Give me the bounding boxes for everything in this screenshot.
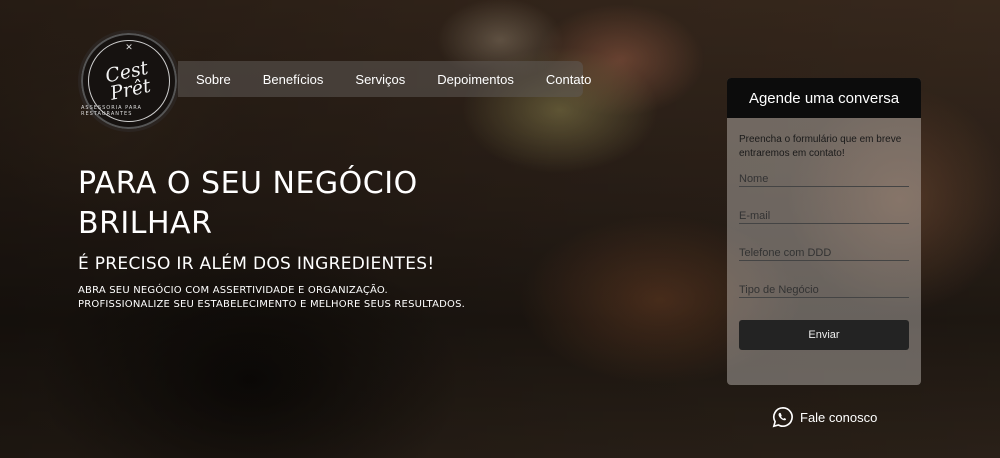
nav-item-contato[interactable]: Contato	[546, 72, 592, 87]
logo-wordmark: Cest Prêt	[104, 57, 154, 105]
hero-subtitle: É PRECISO IR ALÉM DOS INGREDIENTES!	[78, 254, 435, 274]
hero-description: ABRA SEU NEGÓCIO COM ASSERTIVIDADE E ORG…	[78, 284, 465, 312]
whatsapp-contact-link[interactable]: Fale conosco	[772, 406, 877, 428]
hero-desc-line2: PROFISSIONALIZE SEU ESTABELECIMENTO E ME…	[78, 299, 466, 310]
logo-subtitle: ASSESSORIA PARA RESTAURANTES	[81, 105, 142, 117]
hero-title: PARA O SEU NEGÓCIO BRILHAR	[78, 166, 418, 241]
phone-field[interactable]	[739, 245, 909, 261]
form-intro: Preencha o formulário que em breve entra…	[739, 134, 902, 159]
form-title: Agende uma conversa	[727, 78, 921, 118]
email-field[interactable]	[739, 208, 909, 224]
hero-desc-line1: ABRA SEU NEGÓCIO COM ASSERTIVIDADE E ORG…	[78, 285, 388, 296]
name-field[interactable]	[739, 171, 909, 187]
nav-item-beneficios[interactable]: Benefícios	[263, 72, 324, 87]
contact-form: Agende uma conversa Preencha o formulári…	[727, 78, 921, 385]
main-nav: Sobre Benefícios Serviços Depoimentos Co…	[178, 61, 591, 97]
nav-item-servicos[interactable]: Serviços	[355, 72, 405, 87]
nav-item-sobre[interactable]: Sobre	[196, 72, 231, 87]
nav-item-depoimentos[interactable]: Depoimentos	[437, 72, 514, 87]
submit-button[interactable]: Enviar	[739, 320, 909, 350]
whatsapp-label: Fale conosco	[800, 409, 878, 425]
whatsapp-icon	[772, 407, 793, 428]
business-type-field[interactable]	[739, 282, 909, 298]
utensils-icon: ✕	[125, 43, 133, 53]
brand-logo[interactable]: ✕ Cest Prêt ASSESSORIA PARA RESTAURANTES	[78, 30, 180, 132]
